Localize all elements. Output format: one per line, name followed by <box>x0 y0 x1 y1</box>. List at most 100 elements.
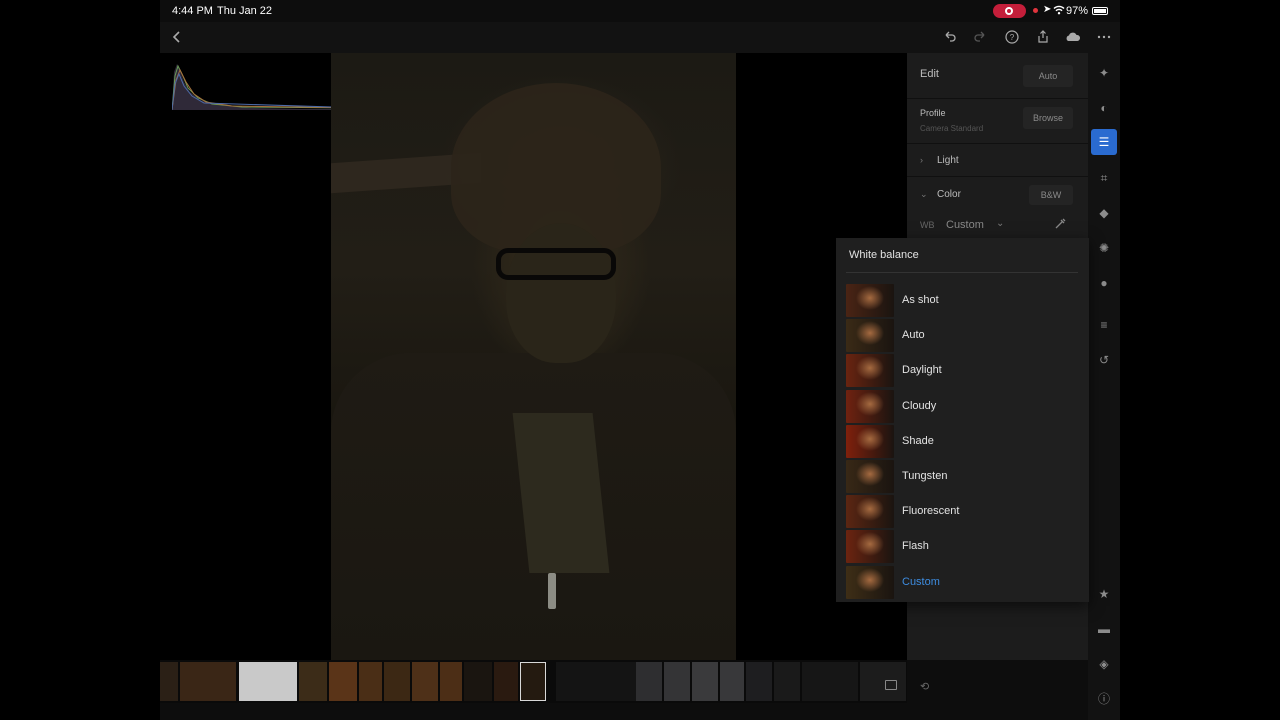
wb-option[interactable]: Tungsten <box>836 459 1089 494</box>
tool-strip: ✦ ◐ ☰ ⌗ ◆ ✺ ● ≡ ↺ ★ ▬ ◈ ⓘ <box>1088 53 1120 720</box>
filmstrip-thumb[interactable] <box>636 662 662 701</box>
filmstrip-thumb[interactable] <box>746 662 772 701</box>
bw-button[interactable]: B&W <box>1029 185 1073 205</box>
filmstrip-thumb[interactable] <box>239 662 297 701</box>
filmstrip-thumb[interactable] <box>329 662 357 701</box>
wb-option[interactable]: Fluorescent <box>836 494 1089 529</box>
wb-option-label: Tungsten <box>902 470 948 482</box>
wb-option[interactable]: Flash <box>836 529 1089 564</box>
edit-header: Edit Auto <box>907 53 1088 99</box>
photo-canvas[interactable] <box>160 53 907 660</box>
filmstrip-thumb[interactable] <box>464 662 492 701</box>
wb-label: WB <box>920 220 935 230</box>
share-icon[interactable] <box>1034 28 1052 46</box>
screen-recording-icon[interactable] <box>993 4 1026 18</box>
shirt <box>512 413 610 573</box>
auto-button[interactable]: Auto <box>1023 65 1073 87</box>
cloud-sync-icon[interactable] <box>1064 28 1082 46</box>
presets-icon[interactable]: ≡ <box>1094 315 1114 335</box>
bottom-bar <box>160 703 1088 720</box>
filmstrip-thumb[interactable] <box>494 662 518 701</box>
wb-option-thumbnail <box>846 530 894 564</box>
undo-icon[interactable] <box>941 28 959 46</box>
tag-icon[interactable]: ◈ <box>1094 654 1114 674</box>
filmstrip-thumb[interactable] <box>802 662 858 701</box>
wb-option-label: Daylight <box>902 364 942 377</box>
filmstrip-thumb[interactable] <box>384 662 410 701</box>
wb-option[interactable]: Cloudy <box>836 389 1089 424</box>
chevron-down-icon: ⌄ <box>920 189 928 199</box>
status-date: Thu Jan 22 <box>217 5 273 17</box>
lightroom-app: 4:44 PM Thu Jan 22 ➤ 97% ? Edit Auto Pro… <box>160 0 1120 720</box>
filmstrip-thumb[interactable] <box>299 662 327 701</box>
crop-icon[interactable]: ⌗ <box>1094 168 1114 188</box>
filmstrip <box>160 660 907 703</box>
redo-icon[interactable] <box>971 28 989 46</box>
filmstrip-thumb[interactable] <box>412 662 438 701</box>
filmstrip-thumb[interactable] <box>440 662 462 701</box>
wb-option-label: Custom <box>902 575 940 588</box>
wb-option-thumbnail <box>846 389 894 423</box>
battery-icon <box>1092 7 1108 15</box>
wb-option-label: Flash <box>902 540 929 553</box>
history-icon[interactable]: ↺ <box>1094 350 1114 370</box>
wb-option-label: Shade <box>902 434 934 447</box>
edit-title: Edit <box>920 68 939 80</box>
wb-option-thumbnail <box>846 460 894 493</box>
reset-icon[interactable]: ⟲ <box>920 680 929 693</box>
help-icon[interactable]: ? <box>1003 28 1021 46</box>
sliders-icon[interactable]: ☰ <box>1091 129 1117 155</box>
browse-button[interactable]: Browse <box>1023 107 1073 129</box>
filmstrip-thumb[interactable] <box>160 662 178 701</box>
profile-value: Camera Standard <box>920 124 984 133</box>
effects-icon[interactable]: ✺ <box>1094 238 1114 258</box>
wifi-icon <box>1053 5 1065 15</box>
back-chevron-icon[interactable] <box>168 28 186 46</box>
more-options-icon[interactable] <box>1095 28 1113 46</box>
battery-percent: 97% <box>1066 5 1089 17</box>
filmstrip-thumb[interactable] <box>556 662 636 701</box>
wb-dropdown[interactable]: Custom <box>946 219 984 231</box>
info-icon[interactable]: ⓘ <box>1094 689 1114 709</box>
wb-option-thumbnail <box>846 284 894 317</box>
star-icon[interactable]: ★ <box>1094 584 1114 604</box>
wb-option[interactable]: Daylight <box>836 353 1089 388</box>
filmstrip-thumb[interactable] <box>692 662 718 701</box>
top-toolbar: ? <box>160 22 1120 53</box>
wb-option-thumbnail <box>846 495 894 529</box>
magic-wand-icon[interactable]: ✦ <box>1094 63 1114 83</box>
filmstrip-filter-icon[interactable] <box>885 680 897 690</box>
chevron-right-icon: › <box>920 155 923 165</box>
profile-row: Profile Camera Standard Browse <box>907 99 1088 144</box>
filmstrip-thumb[interactable] <box>774 662 800 701</box>
filmstrip-thumb-selected[interactable] <box>520 662 546 701</box>
wb-option[interactable]: Shade <box>836 424 1089 459</box>
zipper <box>548 573 556 609</box>
wb-chevron-icon[interactable]: ⌄ <box>996 218 1004 229</box>
main-photo[interactable] <box>331 53 736 660</box>
recording-dot-icon <box>1033 8 1038 13</box>
wb-option-label: Cloudy <box>902 399 937 412</box>
light-section[interactable]: › Light <box>907 144 1088 177</box>
wb-option[interactable]: Auto <box>836 318 1089 353</box>
eraser-icon[interactable]: ◆ <box>1094 203 1114 223</box>
filmstrip-thumb[interactable] <box>860 662 906 701</box>
wb-option[interactable]: As shot <box>836 283 1089 318</box>
wb-option-label: Fluorescent <box>902 505 960 518</box>
wb-option-thumbnail <box>846 319 894 353</box>
comment-icon[interactable]: ▬ <box>1094 619 1114 639</box>
eyedropper-icon[interactable] <box>1053 217 1067 231</box>
wb-option[interactable]: Custom <box>836 565 1089 600</box>
svg-text:?: ? <box>1010 33 1015 42</box>
masking-icon[interactable]: ◐ <box>1094 98 1114 118</box>
profile-label: Profile <box>920 108 946 118</box>
filmstrip-thumb[interactable] <box>720 662 744 701</box>
drop-icon[interactable]: ● <box>1094 273 1114 293</box>
color-section[interactable]: ⌄ Color B&W <box>907 177 1088 211</box>
filmstrip-thumb[interactable] <box>180 662 236 701</box>
glasses <box>496 248 616 280</box>
filmstrip-thumb[interactable] <box>359 662 382 701</box>
light-label: Light <box>937 155 959 166</box>
status-time: 4:44 PM <box>172 5 213 17</box>
filmstrip-thumb[interactable] <box>664 662 690 701</box>
